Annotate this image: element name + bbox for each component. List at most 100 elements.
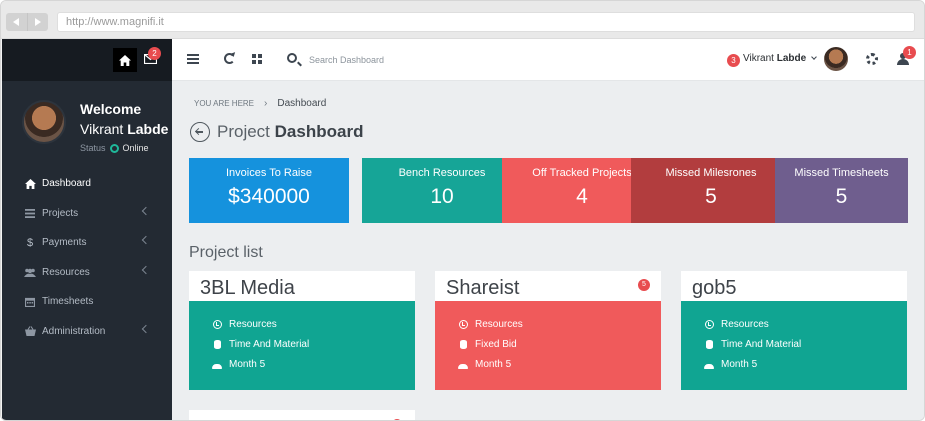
chevron-left-icon: [141, 206, 151, 215]
header-avatar[interactable]: [824, 47, 848, 71]
page-title-light: Project: [217, 122, 270, 141]
page-title: Project Dashboard: [217, 122, 363, 142]
stat-invoices-to-raise[interactable]: Invoices To Raise $340000: [189, 158, 349, 223]
sidebar: 2 Welcome Vikrant Labde Status Online Da…: [2, 39, 172, 420]
address-bar[interactable]: http://www.magnifi.it: [57, 12, 915, 32]
breadcrumb: YOU ARE HERE › Dashboard: [194, 98, 326, 109]
stat-value: 10: [430, 185, 454, 208]
forward-arrow-icon[interactable]: [26, 13, 49, 31]
project-row-text: Month 5: [229, 358, 266, 370]
project-row-text: Time And Material: [229, 338, 310, 350]
sidebar-item-administration[interactable]: Administration: [2, 317, 172, 347]
avatar: [22, 100, 66, 144]
status-value: Online: [122, 143, 149, 153]
project-duration-row: Month 5: [189, 354, 415, 374]
page-title-bold: Dashboard: [274, 122, 364, 141]
project-resources-row: Resources: [681, 314, 907, 334]
project-name[interactable]: 3BL Media: [200, 277, 295, 300]
user-menu[interactable]: Vikrant Labde: [743, 53, 806, 64]
project-duration-row: Month 5: [435, 354, 661, 374]
user-profile: Welcome Vikrant Labde Status Online: [2, 81, 172, 153]
project-card-3bl-media[interactable]: 3BL Media Resources Time And Material Mo…: [189, 271, 415, 390]
user-notification-badge: 3: [727, 54, 740, 67]
database-icon: [458, 339, 468, 349]
home-button[interactable]: [113, 48, 137, 72]
project-card-body: Resources Time And Material Month 5: [189, 301, 415, 390]
browser-window: http://www.magnifi.it 2 Welcome Vikrant: [0, 0, 925, 421]
refresh-icon[interactable]: [224, 53, 235, 64]
main-content: YOU ARE HERE › Dashboard Project Dashboa…: [172, 81, 924, 420]
browser-toolbar: http://www.magnifi.it: [1, 1, 924, 39]
profile-user-name: Vikrant Labde: [80, 121, 168, 137]
sidebar-item-label: Payments: [42, 237, 87, 249]
hamburger-menu-icon[interactable]: [187, 54, 199, 64]
search-input[interactable]: [309, 51, 469, 69]
project-row-text: Resources: [475, 318, 523, 330]
project-card-gob5[interactable]: gob5 Resources Time And Material Month 5: [681, 271, 907, 390]
back-arrow-icon[interactable]: [6, 13, 27, 31]
stat-value: $340000: [228, 185, 310, 208]
sidebar-item-label: Projects: [42, 207, 79, 219]
chevron-down-icon[interactable]: [811, 54, 817, 60]
browser-nav-buttons: [6, 13, 48, 31]
sidebar-item-timesheets[interactable]: Timesheets: [2, 287, 172, 317]
home-icon: [119, 54, 131, 66]
sidebar-menu: Dashboard Projects $ Payments Resources: [2, 169, 172, 346]
chevron-left-icon: [141, 265, 151, 274]
project-card-shareist[interactable]: Shareist 5 Resources Fixed Bid Month 5: [435, 271, 661, 390]
cloud-icon: [704, 359, 714, 369]
search-icon[interactable]: [287, 53, 297, 63]
sidebar-item-resources[interactable]: Resources: [2, 258, 172, 288]
project-name[interactable]: gob5: [692, 277, 737, 300]
project-list-title: Project list: [189, 244, 263, 261]
project-card-body: Resources Time And Material Month 5: [681, 301, 907, 390]
breadcrumb-prefix: YOU ARE HERE: [194, 99, 255, 108]
welcome-text: Welcome: [80, 101, 142, 117]
users-icon: [24, 266, 36, 278]
database-icon: [212, 339, 222, 349]
sidebar-item-label: Timesheets: [42, 296, 94, 308]
user-status: Status Online: [80, 143, 149, 153]
project-card-header: Shareist 5: [435, 271, 661, 301]
project-row-text: Resources: [721, 318, 769, 330]
stat-missed-milestones[interactable]: Missed Milesrones 5: [631, 158, 791, 223]
project-card-header: gob5: [681, 271, 907, 301]
project-alert-badge: 5: [638, 279, 650, 291]
breadcrumb-current[interactable]: Dashboard: [277, 98, 326, 109]
list-icon: [24, 207, 36, 219]
stats-row: Invoices To Raise $340000 Bench Resource…: [189, 158, 908, 223]
clock-icon: [212, 319, 222, 329]
sidebar-item-projects[interactable]: Projects: [2, 199, 172, 229]
sidebar-item-payments[interactable]: $ Payments: [2, 228, 172, 258]
sidebar-item-label: Administration: [42, 325, 106, 337]
apps-grid-icon[interactable]: [252, 54, 262, 64]
project-row-text: Resources: [229, 318, 277, 330]
project-duration-row: Month 5: [681, 354, 907, 374]
project-resources-row: Resources: [189, 314, 415, 334]
project-card-partial[interactable]: [189, 410, 415, 420]
stat-label: Missed Milesrones: [665, 167, 757, 179]
project-billing-row: Time And Material: [681, 334, 907, 354]
project-billing-row: Fixed Bid: [435, 334, 661, 354]
project-card-header: 3BL Media: [189, 271, 415, 301]
mail-count-badge: 2: [148, 47, 161, 60]
project-billing-row: Time And Material: [189, 334, 415, 354]
project-row-text: Month 5: [721, 358, 758, 370]
header-first-name: Vikrant: [743, 53, 774, 64]
clock-icon: [458, 319, 468, 329]
basket-icon: [24, 325, 36, 337]
calendar-icon: [24, 296, 36, 308]
project-row-text: Month 5: [475, 358, 512, 370]
back-circle-icon[interactable]: [190, 122, 210, 142]
people-notification-badge: 1: [903, 46, 916, 59]
stat-bench-resources[interactable]: Bench Resources 10: [362, 158, 522, 223]
chevron-left-icon: [141, 324, 151, 333]
project-row-text: Fixed Bid: [475, 338, 517, 350]
database-icon: [704, 339, 714, 349]
project-name[interactable]: Shareist: [446, 277, 519, 300]
cloud-icon: [458, 359, 468, 369]
stat-missed-timesheets[interactable]: Missed Timesheets 5: [775, 158, 908, 223]
gear-icon[interactable]: [866, 53, 878, 65]
sidebar-item-dashboard[interactable]: Dashboard: [2, 169, 172, 199]
profile-first-name: Vikrant: [80, 121, 124, 137]
